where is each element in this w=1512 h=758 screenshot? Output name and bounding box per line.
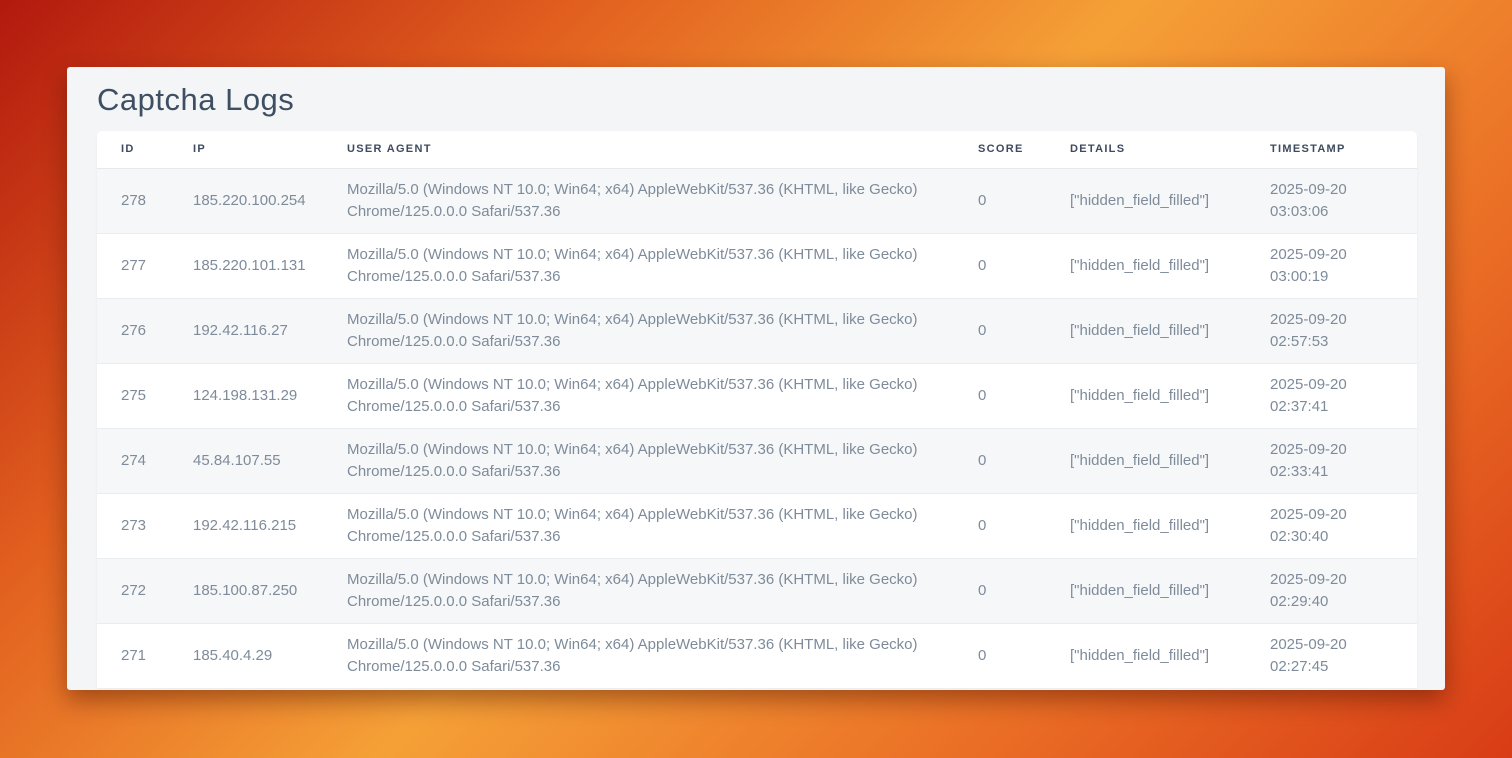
cell-timestamp: 2025-09-20 02:33:41: [1246, 428, 1417, 493]
cell-details: ["hidden_field_filled"]: [1046, 428, 1246, 493]
column-header-score: SCORE: [954, 131, 1046, 168]
table-row: 278 185.220.100.254 Mozilla/5.0 (Windows…: [97, 168, 1417, 233]
cell-details: ["hidden_field_filled"]: [1046, 233, 1246, 298]
cell-timestamp: 2025-09-20 02:27:45: [1246, 623, 1417, 688]
cell-ip: 185.220.100.254: [169, 168, 323, 233]
page-background: Captcha Logs ID IP USER AGENT SCORE DETA…: [0, 0, 1512, 758]
cell-user-agent: Mozilla/5.0 (Windows NT 10.0; Win64; x64…: [323, 363, 954, 428]
cell-score: 0: [954, 623, 1046, 688]
page-title: Captcha Logs: [97, 82, 1445, 117]
table-row: 273 192.42.116.215 Mozilla/5.0 (Windows …: [97, 493, 1417, 558]
cell-score: 0: [954, 298, 1046, 363]
cell-id: 275: [97, 363, 169, 428]
table-row: 271 185.40.4.29 Mozilla/5.0 (Windows NT …: [97, 623, 1417, 688]
cell-ip: 185.40.4.29: [169, 623, 323, 688]
column-header-timestamp: TIMESTAMP: [1246, 131, 1417, 168]
cell-timestamp: 2025-09-20 03:00:19: [1246, 233, 1417, 298]
column-header-ip: IP: [169, 131, 323, 168]
cell-ip: 185.220.101.131: [169, 233, 323, 298]
cell-timestamp: 2025-09-20 02:29:40: [1246, 558, 1417, 623]
cell-ip: 45.84.107.55: [169, 428, 323, 493]
captcha-logs-table: ID IP USER AGENT SCORE DETAILS TIMESTAMP…: [97, 131, 1417, 688]
cell-timestamp: 2025-09-20 02:30:40: [1246, 493, 1417, 558]
logs-table: ID IP USER AGENT SCORE DETAILS TIMESTAMP…: [97, 131, 1417, 688]
table-row: 277 185.220.101.131 Mozilla/5.0 (Windows…: [97, 233, 1417, 298]
cell-user-agent: Mozilla/5.0 (Windows NT 10.0; Win64; x64…: [323, 233, 954, 298]
cell-id: 272: [97, 558, 169, 623]
table-row: 276 192.42.116.27 Mozilla/5.0 (Windows N…: [97, 298, 1417, 363]
cell-id: 273: [97, 493, 169, 558]
cell-id: 276: [97, 298, 169, 363]
cell-id: 274: [97, 428, 169, 493]
cell-score: 0: [954, 428, 1046, 493]
cell-details: ["hidden_field_filled"]: [1046, 363, 1246, 428]
cell-score: 0: [954, 168, 1046, 233]
cell-timestamp: 2025-09-20 02:37:41: [1246, 363, 1417, 428]
table-header-row: ID IP USER AGENT SCORE DETAILS TIMESTAMP: [97, 131, 1417, 168]
cell-id: 278: [97, 168, 169, 233]
cell-user-agent: Mozilla/5.0 (Windows NT 10.0; Win64; x64…: [323, 298, 954, 363]
cell-score: 0: [954, 233, 1046, 298]
column-header-details: DETAILS: [1046, 131, 1246, 168]
table-row: 274 45.84.107.55 Mozilla/5.0 (Windows NT…: [97, 428, 1417, 493]
table-row: 275 124.198.131.29 Mozilla/5.0 (Windows …: [97, 363, 1417, 428]
cell-user-agent: Mozilla/5.0 (Windows NT 10.0; Win64; x64…: [323, 168, 954, 233]
cell-timestamp: 2025-09-20 02:57:53: [1246, 298, 1417, 363]
cell-ip: 192.42.116.27: [169, 298, 323, 363]
column-header-user-agent: USER AGENT: [323, 131, 954, 168]
cell-score: 0: [954, 493, 1046, 558]
cell-ip: 124.198.131.29: [169, 363, 323, 428]
cell-details: ["hidden_field_filled"]: [1046, 298, 1246, 363]
cell-details: ["hidden_field_filled"]: [1046, 558, 1246, 623]
cell-user-agent: Mozilla/5.0 (Windows NT 10.0; Win64; x64…: [323, 428, 954, 493]
cell-id: 271: [97, 623, 169, 688]
cell-user-agent: Mozilla/5.0 (Windows NT 10.0; Win64; x64…: [323, 623, 954, 688]
cell-id: 277: [97, 233, 169, 298]
table-row: 272 185.100.87.250 Mozilla/5.0 (Windows …: [97, 558, 1417, 623]
cell-user-agent: Mozilla/5.0 (Windows NT 10.0; Win64; x64…: [323, 558, 954, 623]
cell-details: ["hidden_field_filled"]: [1046, 493, 1246, 558]
cell-timestamp: 2025-09-20 03:03:06: [1246, 168, 1417, 233]
cell-ip: 185.100.87.250: [169, 558, 323, 623]
captcha-logs-card: Captcha Logs ID IP USER AGENT SCORE DETA…: [67, 67, 1445, 690]
cell-user-agent: Mozilla/5.0 (Windows NT 10.0; Win64; x64…: [323, 493, 954, 558]
cell-score: 0: [954, 363, 1046, 428]
cell-details: ["hidden_field_filled"]: [1046, 168, 1246, 233]
cell-details: ["hidden_field_filled"]: [1046, 623, 1246, 688]
cell-ip: 192.42.116.215: [169, 493, 323, 558]
column-header-id: ID: [97, 131, 169, 168]
cell-score: 0: [954, 558, 1046, 623]
